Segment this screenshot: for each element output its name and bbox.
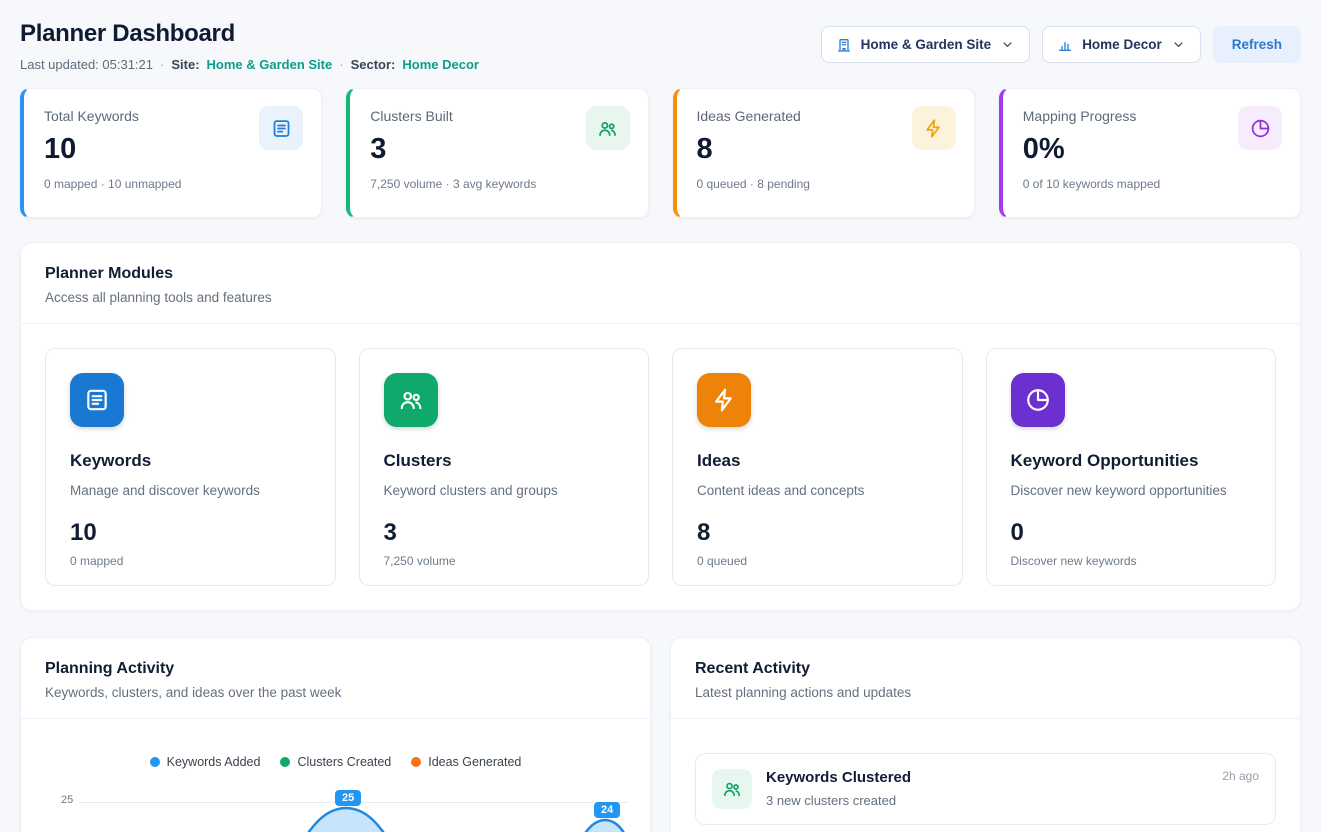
module-description: Discover new keyword opportunities: [1011, 483, 1252, 498]
bar-chart-icon: [1057, 37, 1073, 53]
module-title: Keyword Opportunities: [1011, 451, 1252, 471]
panel-subtitle: Access all planning tools and features: [45, 290, 1276, 305]
module-title: Ideas: [697, 451, 938, 471]
pie-chart-icon: [1238, 106, 1282, 150]
chart-legend: Keywords Added Clusters Created Ideas Ge…: [21, 719, 650, 769]
legend-dot: [280, 757, 290, 767]
legend-label: Clusters Created: [297, 755, 391, 769]
legend-item-ideas-generated[interactable]: Ideas Generated: [411, 755, 521, 769]
module-title: Keywords: [70, 451, 311, 471]
meta-separator: ·: [339, 57, 343, 72]
recent-activity-header: Recent Activity Latest planning actions …: [671, 638, 1300, 719]
module-subtext: 7,250 volume: [384, 554, 625, 568]
lightning-bolt-icon: [912, 106, 956, 150]
header-controls: Home & Garden Site Home Decor Refresh: [821, 26, 1301, 63]
building-icon: [836, 37, 852, 53]
planning-activity-chart: 25 25 24: [21, 781, 650, 832]
planner-modules-header: Planner Modules Access all planning tool…: [21, 243, 1300, 324]
users-icon: [384, 373, 438, 427]
module-value: 8: [697, 519, 938, 547]
chevron-down-icon: [1171, 37, 1186, 52]
panel-title: Planner Modules: [45, 265, 1276, 283]
stat-card-mapping-progress: Mapping Progress 0% 0 of 10 keywords map…: [999, 88, 1301, 218]
pie-chart-icon: [1011, 373, 1065, 427]
module-card-keywords[interactable]: Keywords Manage and discover keywords 10…: [45, 348, 336, 586]
sector-link[interactable]: Home Decor: [402, 57, 479, 72]
site-link[interactable]: Home & Garden Site: [207, 57, 333, 72]
page-title: Planner Dashboard: [20, 20, 479, 48]
refresh-button[interactable]: Refresh: [1213, 26, 1301, 63]
activity-title: Keywords Clustered: [766, 769, 911, 786]
stat-card-ideas-generated: Ideas Generated 8 0 queued · 8 pending: [673, 88, 975, 218]
data-point-label: 25: [335, 790, 361, 806]
stat-subtext: 7,250 volume · 3 avg keywords: [370, 177, 627, 191]
module-value: 10: [70, 519, 311, 547]
recent-activity-list: Keywords Clustered 3 new clusters create…: [671, 719, 1300, 832]
site-selector-dropdown[interactable]: Home & Garden Site: [821, 26, 1031, 63]
module-description: Keyword clusters and groups: [384, 483, 625, 498]
module-subtext: 0 mapped: [70, 554, 311, 568]
bottom-panels: Planning Activity Keywords, clusters, an…: [20, 637, 1301, 832]
planning-activity-header: Planning Activity Keywords, clusters, an…: [21, 638, 650, 719]
legend-dot: [150, 757, 160, 767]
planner-modules-panel: Planner Modules Access all planning tool…: [20, 242, 1301, 611]
stat-card-total-keywords: Total Keywords 10 0 mapped · 10 unmapped: [20, 88, 322, 218]
sector-label: Sector:: [351, 57, 396, 72]
page-header: Planner Dashboard Last updated: 05:31:21…: [20, 20, 1301, 72]
panel-title: Planning Activity: [45, 660, 626, 678]
activity-item-keywords-clustered: Keywords Clustered 3 new clusters create…: [695, 753, 1276, 825]
activity-timestamp: 2h ago: [1222, 769, 1259, 783]
legend-item-clusters-created[interactable]: Clusters Created: [280, 755, 391, 769]
module-value: 3: [384, 519, 625, 547]
legend-item-keywords-added[interactable]: Keywords Added: [150, 755, 261, 769]
page-meta: Last updated: 05:31:21 · Site: Home & Ga…: [20, 57, 479, 72]
module-card-ideas[interactable]: Ideas Content ideas and concepts 8 0 que…: [672, 348, 963, 586]
stats-row: Total Keywords 10 0 mapped · 10 unmapped…: [20, 88, 1301, 218]
stat-subtext: 0 mapped · 10 unmapped: [44, 177, 301, 191]
data-point-label: 24: [594, 802, 620, 818]
stat-subtext: 0 queued · 8 pending: [697, 177, 954, 191]
site-selector-label: Home & Garden Site: [861, 37, 992, 52]
planner-dashboard-app: Planner Dashboard Last updated: 05:31:21…: [0, 0, 1321, 832]
modules-grid: Keywords Manage and discover keywords 10…: [21, 324, 1300, 610]
last-updated-text: Last updated: 05:31:21: [20, 57, 153, 72]
module-description: Manage and discover keywords: [70, 483, 311, 498]
sector-selector-dropdown[interactable]: Home Decor: [1042, 26, 1201, 63]
site-label: Site:: [171, 57, 199, 72]
planning-activity-panel: Planning Activity Keywords, clusters, an…: [20, 637, 651, 832]
panel-subtitle: Latest planning actions and updates: [695, 685, 1276, 700]
legend-dot: [411, 757, 421, 767]
activity-description: 3 new clusters created: [766, 793, 911, 808]
y-axis-tick: 25: [61, 794, 73, 806]
document-lines-icon: [70, 373, 124, 427]
stat-subtext: 0 of 10 keywords mapped: [1023, 177, 1280, 191]
lightning-bolt-icon: [697, 373, 751, 427]
stat-card-clusters-built: Clusters Built 3 7,250 volume · 3 avg ke…: [346, 88, 648, 218]
meta-separator: ·: [160, 57, 164, 72]
activity-text: Keywords Clustered 3 new clusters create…: [766, 769, 911, 808]
users-icon: [586, 106, 630, 150]
users-icon: [712, 769, 752, 809]
module-value: 0: [1011, 519, 1252, 547]
legend-label: Ideas Generated: [428, 755, 521, 769]
legend-label: Keywords Added: [167, 755, 261, 769]
module-subtext: Discover new keywords: [1011, 554, 1252, 568]
chevron-down-icon: [1000, 37, 1015, 52]
document-lines-icon: [259, 106, 303, 150]
recent-activity-panel: Recent Activity Latest planning actions …: [670, 637, 1301, 832]
module-subtext: 0 queued: [697, 554, 938, 568]
module-description: Content ideas and concepts: [697, 483, 938, 498]
panel-subtitle: Keywords, clusters, and ideas over the p…: [45, 685, 626, 700]
module-card-keyword-opportunities[interactable]: Keyword Opportunities Discover new keywo…: [986, 348, 1277, 586]
sector-selector-label: Home Decor: [1082, 37, 1162, 52]
module-title: Clusters: [384, 451, 625, 471]
panel-title: Recent Activity: [695, 660, 1276, 678]
module-card-clusters[interactable]: Clusters Keyword clusters and groups 3 7…: [359, 348, 650, 586]
